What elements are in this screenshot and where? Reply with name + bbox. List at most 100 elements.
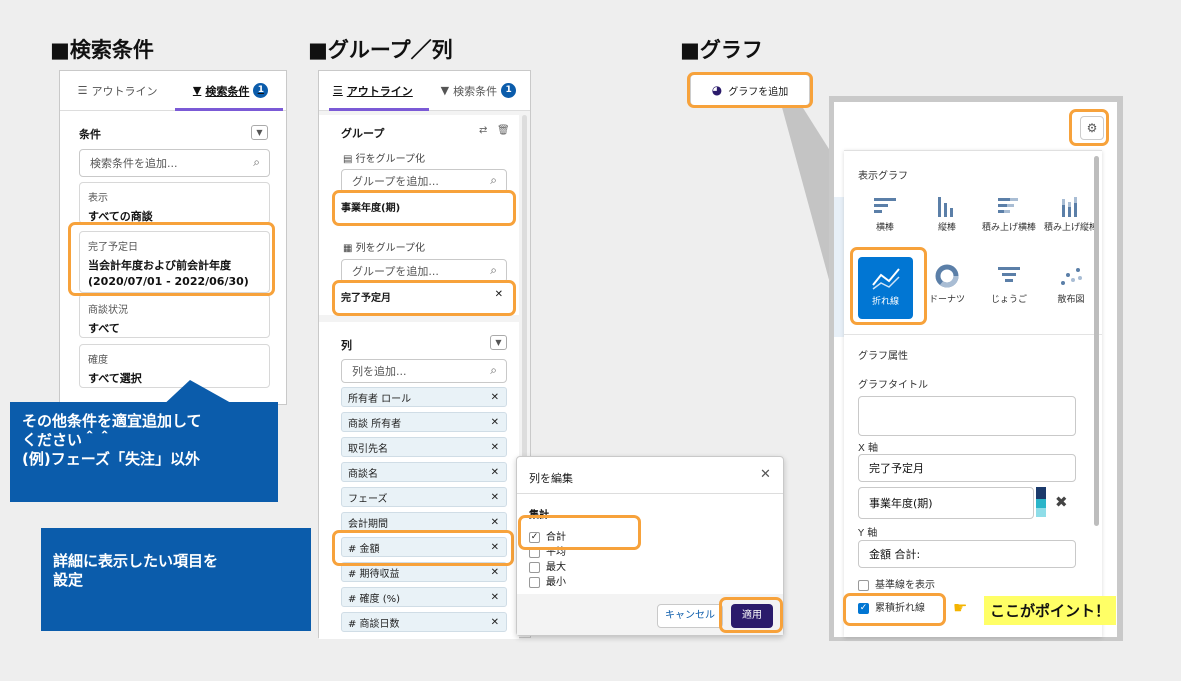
column-pill-label: フェーズ	[348, 493, 388, 505]
close-icon[interactable]: ✕	[491, 442, 499, 453]
aggregate-option-label: 最小	[546, 577, 566, 588]
chart-type-scatter[interactable]: 散布図	[1040, 263, 1102, 305]
cancel-button[interactable]: キャンセル	[657, 604, 723, 628]
column-pill[interactable]: 商談 所有者 ✕	[341, 412, 507, 432]
close-icon[interactable]: ✕	[491, 567, 499, 578]
highlight-line-chart	[850, 247, 927, 325]
stacked-horizontal-bar-icon	[998, 198, 1018, 213]
close-icon[interactable]: ✕	[491, 467, 499, 478]
column-pill-label: 商談名	[348, 468, 378, 480]
conditions-menu-icon[interactable]: ▼	[251, 125, 268, 140]
columns-menu-icon[interactable]: ▼	[490, 335, 507, 350]
column-add-input[interactable]: 列を追加... ⌕	[341, 359, 507, 383]
callout-column-note: 詳細に表示したい項目を 設定	[41, 528, 311, 631]
column-pill[interactable]: # 商談日数 ✕	[341, 612, 507, 632]
chart-type-stacked-horizontal-bar[interactable]: 積み上げ横棒	[978, 195, 1040, 233]
tab-filter[interactable]: ▼ 検索条件 1	[193, 83, 269, 99]
tab-outline[interactable]: ☰ アウトライン	[333, 83, 413, 99]
display-graph-label: 表示グラフ	[858, 171, 908, 182]
x-axis-input[interactable]: 完了予定月	[858, 454, 1076, 482]
search-icon: ⌕	[253, 155, 260, 169]
donut-icon	[935, 264, 959, 288]
checkbox-icon[interactable]	[529, 561, 540, 573]
scatter-icon	[1061, 268, 1082, 285]
close-icon[interactable]: ✕	[491, 517, 499, 528]
funnel-icon	[998, 267, 1020, 282]
row-group-label: ▤ 行をグループ化	[343, 150, 425, 165]
column-pill-label: # 確度 (%)	[348, 593, 401, 605]
search-icon: ⌕	[490, 263, 497, 277]
chart-title-label: グラフタイトル	[858, 380, 928, 391]
graph-panel: ⚙ 表示グラフ 横棒 縦棒 積み上げ横棒 積み上げ縦棒 折れ線 ドーナツ じょう…	[834, 102, 1117, 637]
tab-outline-label: アウトライン	[346, 84, 413, 98]
columns-label: 列	[341, 339, 352, 352]
row-group-icon: ▤	[343, 154, 353, 165]
filter-card-status[interactable]: 商談状況 すべて	[79, 294, 270, 338]
checkbox-icon[interactable]	[858, 579, 869, 591]
column-pill[interactable]: フェーズ ✕	[341, 487, 507, 507]
col-group-label-text: 列をグループ化	[355, 243, 426, 254]
tab-outline[interactable]: ☰ アウトライン	[78, 83, 158, 99]
close-icon[interactable]: ✖	[1055, 493, 1068, 511]
chart-type-stacked-vertical-bar[interactable]: 積み上げ縦棒	[1040, 195, 1102, 233]
chart-type-label: 積み上げ縦棒	[1043, 223, 1098, 233]
color-swatch[interactable]	[1036, 487, 1046, 517]
filter-card-value: すべて	[88, 322, 120, 335]
tab-filter[interactable]: ▼ 検索条件 1	[441, 83, 517, 99]
checkbox-icon[interactable]	[529, 576, 540, 588]
col-group-placeholder: グループを追加...	[352, 265, 439, 278]
close-icon[interactable]: ✕	[760, 467, 771, 482]
filter-search-input[interactable]: 検索条件を追加... ⌕	[79, 149, 270, 177]
chart-title-input[interactable]	[858, 396, 1076, 436]
close-icon[interactable]: ✕	[491, 617, 499, 628]
highlight-sum	[518, 515, 641, 550]
x-axis-group-input[interactable]: 事業年度(期)	[858, 487, 1034, 519]
column-pill[interactable]: 会計期間 ✕	[341, 512, 507, 532]
pointing-hand-icon: ☛	[953, 598, 968, 617]
aggregate-option-min[interactable]: 最小	[529, 573, 566, 588]
chart-type-vertical-bar[interactable]: 縦棒	[916, 195, 978, 233]
chart-type-horizontal-bar[interactable]: 横棒	[854, 195, 916, 233]
active-tab-indicator	[175, 108, 283, 111]
trash-icon[interactable]: 🗑	[497, 125, 510, 136]
chart-peek	[834, 197, 844, 337]
collapse-icon[interactable]: ⇄	[479, 125, 487, 136]
aggregate-option-max[interactable]: 最大	[529, 558, 566, 573]
row-group-placeholder: グループを追加...	[352, 175, 439, 188]
filter-card-label: 表示	[88, 193, 108, 204]
divider	[517, 493, 783, 494]
baseline-label: 基準線を表示	[875, 580, 935, 591]
baseline-option[interactable]: 基準線を表示	[858, 576, 935, 591]
highlight-row-group	[332, 190, 516, 226]
scrollbar[interactable]	[1094, 156, 1099, 526]
chart-type-label: 縦棒	[937, 223, 956, 233]
section-title-graph: ■グラフ	[680, 38, 763, 62]
y-axis-input[interactable]: 金額 合計:	[858, 540, 1076, 568]
close-icon[interactable]: ✕	[491, 492, 499, 503]
close-icon[interactable]: ✕	[491, 417, 499, 428]
close-icon[interactable]: ✕	[491, 392, 499, 403]
column-pill-label: # 期待収益	[348, 568, 400, 580]
column-pill[interactable]: 商談名 ✕	[341, 462, 507, 482]
filter-count-badge: 1	[253, 83, 269, 98]
filter-card-view[interactable]: 表示 すべての商談	[79, 182, 270, 224]
panel-tabs: ☰ アウトライン ▼ 検索条件 1	[319, 71, 530, 111]
divider	[844, 334, 1102, 335]
chart-type-label: 横棒	[875, 223, 894, 233]
section-title-search: ■検索条件	[50, 38, 154, 62]
filter-search-placeholder: 検索条件を追加...	[90, 157, 178, 170]
tab-filter-label: 検索条件	[205, 84, 250, 98]
chart-type-label: じょうご	[990, 295, 1027, 305]
callout-line: 詳細に表示したい項目を	[53, 552, 219, 570]
vertical-bar-icon	[938, 197, 953, 217]
chart-type-label: 積み上げ横棒	[981, 223, 1036, 233]
column-pill[interactable]: 所有者 ロール ✕	[341, 387, 507, 407]
active-tab-indicator	[329, 108, 429, 111]
close-icon[interactable]: ✕	[491, 592, 499, 603]
column-pill[interactable]: # 確度 (%) ✕	[341, 587, 507, 607]
filter-card-label: 商談状況	[88, 305, 128, 316]
callout-line: (例)フェーズ「失注」以外	[22, 450, 200, 468]
chart-type-funnel[interactable]: じょうご	[978, 263, 1040, 305]
highlight-cumulative	[843, 593, 946, 626]
column-pill[interactable]: 取引先名 ✕	[341, 437, 507, 457]
